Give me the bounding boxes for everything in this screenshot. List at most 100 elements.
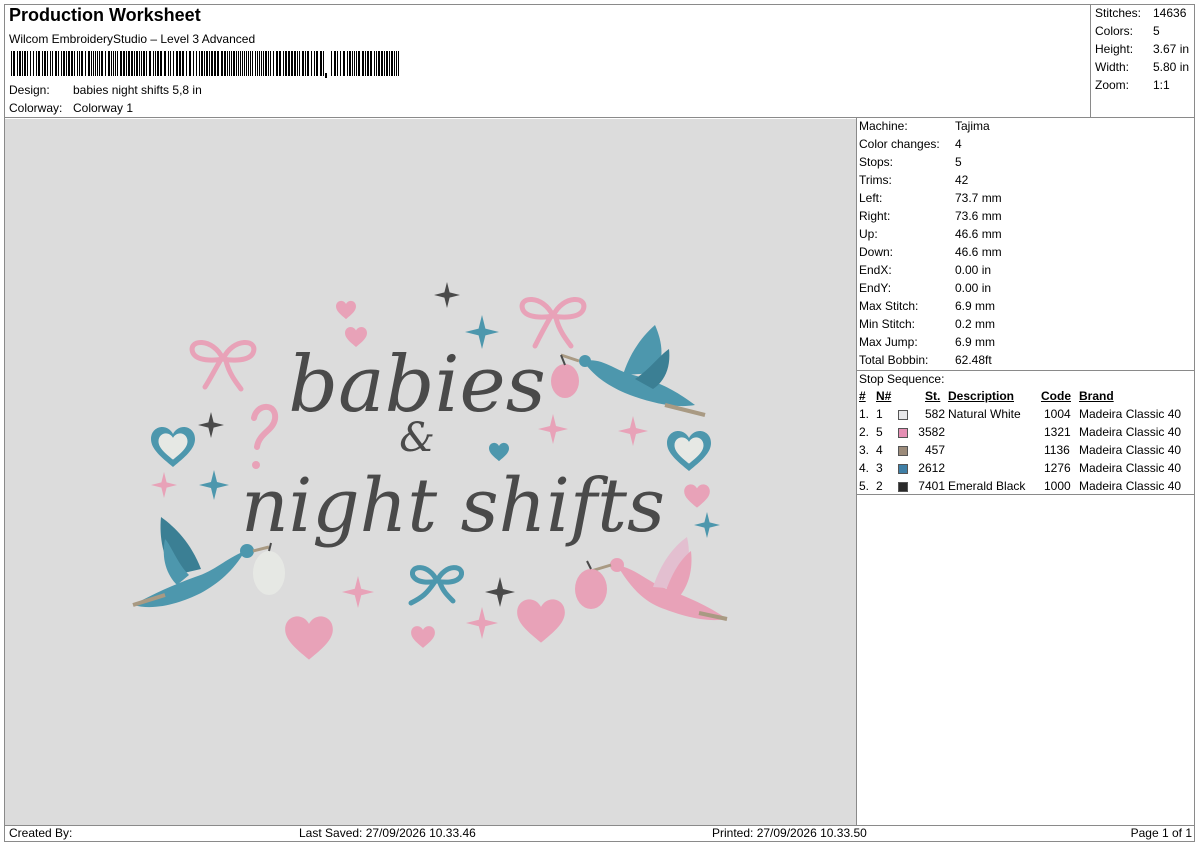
last-saved: Last Saved: 27/09/2026 10.33.46 — [299, 826, 476, 840]
info-row: Right: 73.6 mm — [859, 209, 1002, 227]
stop-row-code: 1276 — [1044, 461, 1071, 475]
summary-label: Width: — [1095, 60, 1130, 74]
info-value: 73.7 mm — [955, 191, 1002, 205]
sparkle-icon — [199, 470, 229, 500]
summary-label: Colors: — [1095, 24, 1134, 38]
stop-row-stitches: 582 — [924, 407, 945, 421]
stop-row-brand: Madeira Classic 40 — [1079, 407, 1182, 421]
question-mark-icon — [251, 403, 279, 450]
info-label: Up: — [859, 227, 878, 241]
info-label: EndX: — [859, 263, 892, 277]
info-label: Max Stitch: — [859, 299, 919, 313]
colorway-value: Colorway 1 — [73, 101, 134, 115]
info-label: Total Bobbin: — [859, 353, 929, 367]
info-row: EndY: 0.00 in — [859, 281, 991, 299]
info-value: 0.00 in — [955, 263, 992, 277]
stop-row-stitches: 7401 — [918, 479, 945, 493]
sparkle-icon — [618, 416, 648, 446]
color-swatch — [898, 446, 908, 456]
stop-row-code: 1136 — [1044, 443, 1070, 457]
heart-icon — [517, 599, 565, 643]
stop-row-number: 5. — [859, 479, 870, 493]
info-row: Min Stitch: 0.2 mm — [859, 317, 995, 335]
info-value: 6.9 mm — [955, 299, 996, 313]
embroidery-design: babies & night shifts — [132, 282, 728, 660]
summary-value: 5.80 in — [1153, 60, 1190, 74]
summary-value: 14636 — [1153, 6, 1187, 20]
design-preview: babies & night shifts — [5, 119, 856, 825]
stop-row-description: Emerald Black — [948, 479, 1026, 493]
software-name: Wilcom EmbroideryStudio – Level 3 Advanc… — [9, 32, 256, 46]
info-row: Max Stitch: 6.9 mm — [859, 299, 995, 317]
design-text-line2: & — [399, 415, 435, 461]
heart-icon — [489, 442, 509, 462]
info-label: EndY: — [859, 281, 892, 295]
info-value: 0.00 in — [955, 281, 992, 295]
info-row: Down: 46.6 mm — [859, 245, 1002, 263]
info-row: Stops: 5 — [859, 155, 962, 173]
design-text-line3: night shifts — [241, 463, 665, 549]
stop-row-code: 1004 — [1044, 407, 1071, 421]
info-value: 73.6 mm — [955, 209, 1002, 223]
stop-row-needle: 5 — [876, 425, 883, 439]
info-row: Trims: 42 — [859, 173, 968, 191]
printed-date: Printed: 27/09/2026 10.33.50 — [712, 826, 867, 840]
stork-icon-top-right — [551, 325, 706, 417]
info-value: 46.6 mm — [955, 245, 1002, 259]
info-label: Down: — [859, 245, 894, 259]
summary-label: Height: — [1095, 42, 1134, 56]
info-panel-divider — [856, 117, 857, 825]
heart-icon — [285, 616, 333, 660]
info-row: Up: 46.6 mm — [859, 227, 1002, 245]
bow-icon — [189, 340, 257, 392]
sparkle-icon — [466, 607, 498, 639]
bow-icon — [408, 565, 464, 606]
barcode-image — [11, 51, 399, 78]
summary-label: Zoom: — [1095, 78, 1130, 92]
info-value: 5 — [955, 155, 962, 169]
summary-label: Stitches: — [1095, 6, 1142, 20]
info-row: EndX: 0.00 in — [859, 263, 991, 281]
info-value: 0.2 mm — [955, 317, 996, 331]
info-value: 6.9 mm — [955, 335, 996, 349]
stop-sequence-title: Stop Sequence: — [859, 372, 945, 386]
sparkle-icon — [434, 282, 460, 308]
heart-icon — [336, 300, 356, 320]
colorway-label: Colorway: — [9, 101, 63, 115]
column-header-description: Description — [948, 389, 1015, 403]
stop-row-needle: 2 — [876, 479, 883, 493]
summary-value: 5 — [1153, 24, 1160, 38]
color-swatch — [898, 482, 908, 492]
stork-icon-bottom-right — [575, 537, 728, 621]
info-label: Machine: — [859, 119, 908, 133]
machine-info-panel: Machine: Tajima Color changes: 4 Stops: 5 T… — [859, 119, 1189, 369]
column-header-code: Code — [1041, 389, 1071, 403]
stop-row-brand: Madeira Classic 40 — [1079, 443, 1182, 457]
sparkle-icon — [342, 576, 374, 608]
worksheet-title: Production Worksheet — [9, 5, 201, 25]
stop-row-needle: 1 — [876, 407, 883, 421]
info-value: 42 — [955, 173, 969, 187]
color-swatch — [898, 464, 908, 474]
info-label: Color changes: — [859, 137, 940, 151]
stop-row-number: 4. — [859, 461, 870, 475]
stop-row-brand: Madeira Classic 40 — [1079, 461, 1182, 475]
column-header-stitches: St. — [925, 389, 941, 403]
info-label: Right: — [859, 209, 891, 223]
info-label: Left: — [859, 191, 883, 205]
info-value: 4 — [955, 137, 962, 151]
column-header-brand: Brand — [1079, 389, 1114, 403]
stop-row-brand: Madeira Classic 40 — [1079, 425, 1182, 439]
info-label: Min Stitch: — [859, 317, 916, 331]
stop-row-needle: 3 — [876, 461, 883, 475]
info-label: Trims: — [859, 173, 892, 187]
sparkle-icon — [151, 472, 177, 498]
stop-row-description: Natural White — [948, 407, 1021, 421]
column-header-needle: N# — [876, 389, 892, 403]
heart-icon — [411, 626, 435, 648]
info-label: Max Jump: — [859, 335, 918, 349]
design-label: Design: — [9, 83, 50, 97]
heart-icon — [684, 484, 710, 508]
summary-value: 3.67 in — [1153, 42, 1190, 56]
stop-row-stitches: 2612 — [918, 461, 945, 475]
